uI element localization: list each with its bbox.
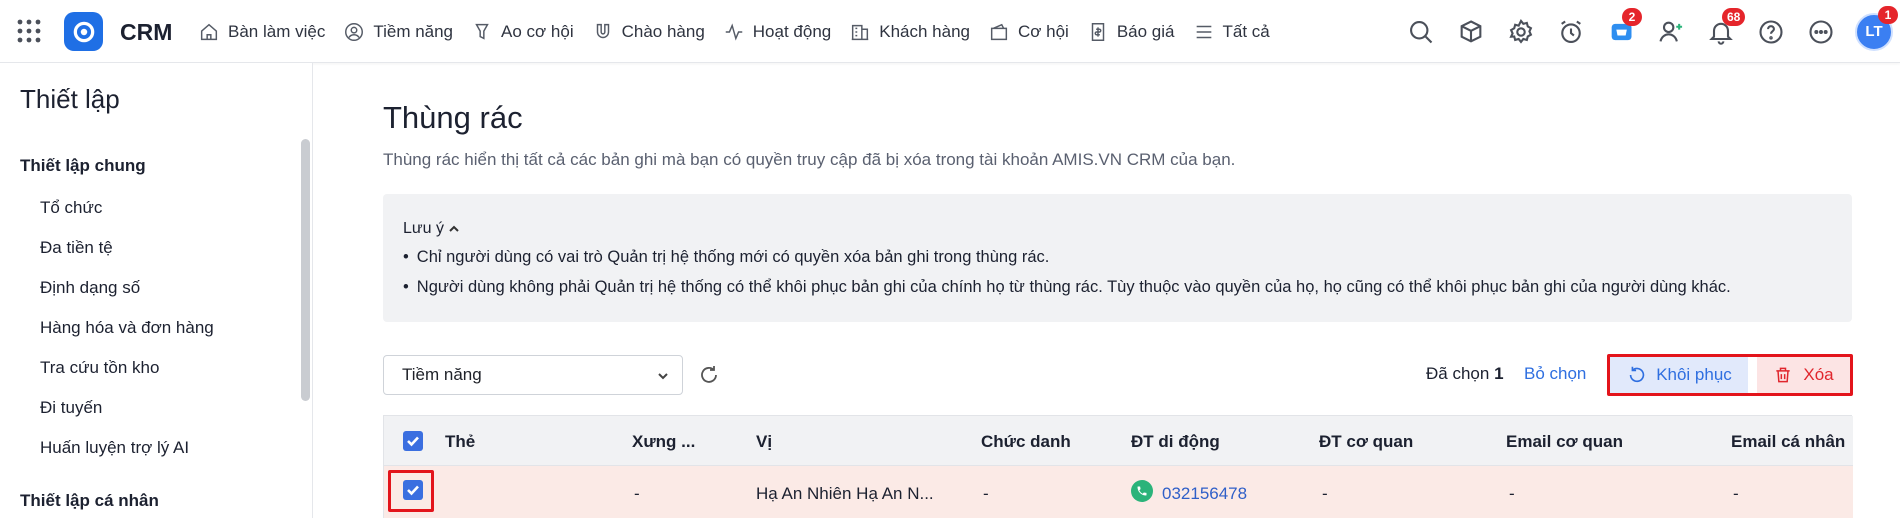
wallet-icon	[990, 23, 1008, 40]
column-header-office-email[interactable]: Email cơ quan	[1506, 432, 1623, 452]
activity-icon	[725, 22, 743, 41]
select-all-checkbox[interactable]	[403, 431, 423, 451]
row-checkbox[interactable]	[403, 480, 423, 500]
sidebar-item-routes[interactable]: Đi tuyến	[40, 398, 102, 418]
home-icon	[200, 23, 218, 40]
note-heading: Lưu ý	[403, 220, 444, 237]
column-header-tags[interactable]: Thẻ	[445, 432, 475, 452]
phone-icon[interactable]	[1131, 480, 1153, 502]
nav-item-opportunity-pool[interactable]: Ao cơ hội	[469, 0, 584, 63]
selected-count: Đã chọn 1	[1426, 364, 1504, 383]
delete-button[interactable]: Xóa	[1757, 357, 1850, 393]
deselect-link[interactable]: Bỏ chọn	[1524, 364, 1586, 384]
cell-office-email: -	[1509, 484, 1515, 503]
note-line: Người dùng không phải Quản trị hệ thống …	[403, 278, 1731, 297]
record-type-select[interactable]: Tiềm năng	[383, 355, 683, 395]
trash-icon	[1776, 367, 1791, 383]
add-user-icon[interactable]	[1656, 17, 1686, 47]
gear-icon[interactable]	[1506, 17, 1536, 47]
column-header-job-title[interactable]: Chức danh	[981, 432, 1071, 452]
building-icon	[851, 24, 869, 40]
cell-salutation: -	[634, 484, 640, 503]
user-avatar[interactable]: LT 1	[1854, 5, 1898, 52]
help-icon[interactable]	[1756, 17, 1786, 47]
sidebar-item-products-orders[interactable]: Hàng hóa và đơn hàng	[40, 318, 214, 338]
column-header-salutation[interactable]: Xưng ...	[632, 432, 695, 452]
nav-item-quotes[interactable]: Báo giá	[1085, 0, 1185, 63]
crm-logo-icon[interactable]	[64, 12, 103, 51]
check-icon	[407, 485, 419, 496]
trash-table: Thẻ Xưng ... Vị Chức danh ĐT di động ĐT …	[383, 415, 1853, 518]
sidebar-scrollbar[interactable]	[301, 139, 310, 401]
cell-mobile[interactable]: 032156478	[1162, 484, 1247, 504]
magnet-icon	[596, 23, 609, 38]
record-type-value: Tiềm năng	[402, 365, 482, 384]
cell-position: Hạ An Nhiên Hạ An N...	[756, 484, 934, 503]
nav-item-leads[interactable]: Tiềm năng	[341, 0, 463, 63]
alarm-clock-icon[interactable]	[1556, 17, 1586, 47]
refresh-icon[interactable]	[697, 363, 721, 387]
avatar-badge: 1	[1878, 5, 1898, 24]
settings-sidebar: Thiết lập Thiết lập chung Tổ chức Đa tiề…	[0, 63, 313, 518]
more-icon[interactable]	[1806, 17, 1836, 47]
cart-icon[interactable]: 2	[1606, 7, 1642, 47]
search-icon[interactable]	[1406, 17, 1436, 47]
sidebar-group-general[interactable]: Thiết lập chung	[20, 156, 146, 176]
sidebar-item-organization[interactable]: Tổ chức	[40, 198, 102, 218]
sidebar-item-inventory-lookup[interactable]: Tra cứu tồn kho	[40, 358, 159, 378]
cell-job-title: -	[983, 484, 989, 503]
main-content: Thùng rác Thùng rác hiển thị tất cả các …	[313, 63, 1900, 518]
restore-icon	[1629, 366, 1645, 383]
cell-office-phone: -	[1322, 484, 1328, 503]
sidebar-item-ai-assistant-training[interactable]: Huấn luyện trợ lý AI	[40, 438, 189, 458]
nav-item-opportunities[interactable]: Cơ hội	[986, 0, 1079, 63]
chevron-up-icon	[449, 225, 459, 232]
sidebar-title: Thiết lập	[20, 84, 120, 114]
column-header-position[interactable]: Vị	[756, 432, 772, 452]
table-row[interactable]: - Hạ An Nhiên Hạ An N... - 032156478 - -…	[384, 466, 1853, 518]
app-grid-icon[interactable]	[16, 18, 42, 44]
nav-item-dashboard[interactable]: Bàn làm việc	[196, 0, 335, 63]
chevron-down-icon	[658, 373, 668, 380]
nav-item-activities[interactable]: Hoạt động	[721, 0, 841, 63]
toolbar-icons: 2 68 LT 1	[1386, 0, 1900, 63]
nav-item-campaigns[interactable]: Chào hàng	[590, 0, 715, 63]
selected-count-number: 1	[1494, 364, 1504, 383]
cell-personal-email: -	[1733, 484, 1739, 503]
main-nav: Bàn làm việc Tiềm năng Ao cơ hội Chào hà…	[196, 0, 1286, 63]
sidebar-group-personal[interactable]: Thiết lập cá nhân	[20, 491, 159, 511]
bell-icon[interactable]: 68	[1706, 7, 1746, 47]
note-line: Chỉ người dùng có vai trò Quản trị hệ th…	[403, 248, 1050, 267]
sidebar-item-number-format[interactable]: Định dạng số	[40, 278, 140, 298]
page-description: Thùng rác hiển thị tất cả các bản ghi mà…	[383, 150, 1236, 169]
page-title: Thùng rác	[383, 100, 523, 135]
note-toggle[interactable]: Lưu ý	[403, 220, 460, 238]
restore-button[interactable]: Khôi phục	[1610, 357, 1748, 393]
check-icon	[407, 436, 419, 447]
invoice-icon	[1091, 22, 1105, 41]
notification-badge: 68	[1722, 7, 1746, 26]
top-navigation-bar: CRM Bàn làm việc Tiềm năng Ao cơ hội Chà…	[0, 0, 1900, 63]
nav-item-customers[interactable]: Khách hàng	[847, 0, 980, 63]
table-header: Thẻ Xưng ... Vị Chức danh ĐT di động ĐT …	[384, 416, 1853, 466]
box-search-icon[interactable]	[1456, 17, 1486, 47]
app-name: CRM	[120, 19, 173, 45]
column-header-personal-email[interactable]: Email cá nhân	[1731, 432, 1845, 452]
note-box: Lưu ý Chỉ người dùng có vai trò Quản trị…	[383, 194, 1852, 322]
nav-item-all[interactable]: Tất cả	[1191, 0, 1280, 63]
sidebar-item-multi-currency[interactable]: Đa tiền tệ	[40, 238, 113, 258]
user-circle-icon	[345, 22, 364, 41]
funnel-icon	[475, 23, 489, 40]
menu-icon	[1196, 25, 1211, 38]
cart-badge: 2	[1622, 7, 1642, 26]
column-header-office-phone[interactable]: ĐT cơ quan	[1319, 432, 1413, 452]
column-header-mobile[interactable]: ĐT di động	[1131, 432, 1220, 452]
